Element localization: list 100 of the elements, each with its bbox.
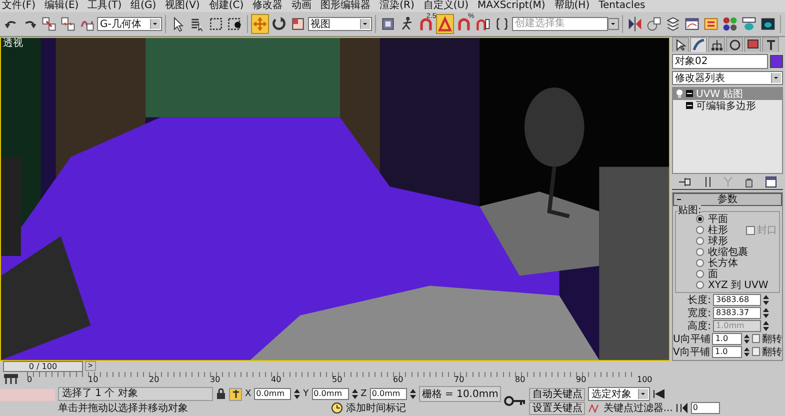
- go-to-start-icon[interactable]: [653, 389, 666, 400]
- radio-button[interactable]: [696, 270, 704, 278]
- menu-item[interactable]: 创建(C): [208, 0, 244, 12]
- pivot-icon: [380, 16, 396, 32]
- viewport[interactable]: 透视: [0, 36, 670, 361]
- spinner-icon[interactable]: [763, 294, 769, 305]
- pipe-icon[interactable]: [704, 176, 712, 188]
- modifier-list-dropdown[interactable]: 修改器列表: [672, 70, 783, 85]
- rollout-header[interactable]: 参数: [673, 192, 782, 206]
- flip-checkbox[interactable]: [752, 347, 760, 356]
- radio-label[interactable]: 面: [708, 268, 718, 280]
- checkbox-label[interactable]: 翻转: [762, 332, 782, 346]
- frame-number: 40: [271, 375, 282, 386]
- time-slider-track[interactable]: 0 / 100 >: [3, 360, 663, 372]
- absolute-mode-button[interactable]: [229, 388, 242, 401]
- radio-label[interactable]: XYZ 到 UVW: [708, 280, 768, 291]
- radio-label[interactable]: 柱形: [708, 224, 728, 236]
- selection-filter-dropdown[interactable]: G-几何体: [97, 16, 162, 31]
- number-field[interactable]: 3683.68: [713, 294, 761, 306]
- time-slider-thumb[interactable]: 0 / 100: [3, 360, 83, 372]
- key-filters-button[interactable]: 关键点过滤器...: [603, 401, 673, 416]
- coordinate-field[interactable]: 0.0mm: [370, 388, 407, 400]
- menu-item[interactable]: 视图(V): [165, 0, 200, 12]
- expand-icon[interactable]: [686, 102, 693, 110]
- radio-button[interactable]: [696, 248, 704, 256]
- menu-item[interactable]: 工具(T): [88, 0, 122, 12]
- braces-icon: [494, 16, 510, 32]
- lock-icon[interactable]: [216, 388, 226, 400]
- circle-tab[interactable]: [726, 36, 743, 52]
- object-name-field[interactable]: 对象02: [672, 54, 768, 69]
- expand-icon[interactable]: [686, 90, 693, 98]
- spinner-icon[interactable]: [763, 320, 769, 331]
- frame-number: 20: [149, 375, 160, 386]
- number-field[interactable]: 8383.37: [713, 306, 761, 319]
- menu-item[interactable]: 编辑(E): [44, 0, 79, 12]
- radio-label[interactable]: 平面: [708, 214, 728, 225]
- configure-icon[interactable]: [765, 176, 778, 188]
- checkbox-label[interactable]: 翻转: [762, 344, 782, 359]
- menu-item[interactable]: 修改器: [252, 0, 283, 12]
- curve-icon: [692, 38, 704, 51]
- prompt-text: 单击并拖动以选择并移动对象: [58, 402, 189, 416]
- radio-label[interactable]: 球形: [708, 236, 728, 247]
- frame-number: 90: [576, 375, 586, 386]
- menu-item[interactable]: 动画: [292, 0, 312, 12]
- coordinate-field[interactable]: 0.0mm: [312, 388, 349, 400]
- script-listener-field[interactable]: [0, 388, 55, 401]
- radio-label[interactable]: 收缩包裹: [708, 246, 748, 258]
- spinner-icon[interactable]: [410, 389, 416, 400]
- viewport-label[interactable]: 透视: [3, 38, 23, 49]
- hierarchy-tab[interactable]: [708, 36, 725, 52]
- flip-checkbox[interactable]: [752, 334, 760, 344]
- menu-item[interactable]: Tentacles: [598, 0, 646, 12]
- radio-button-selected[interactable]: [696, 215, 704, 224]
- dashed-square-icon: [208, 16, 224, 32]
- transform-mode-icon: [230, 389, 240, 400]
- curve-window-icon: [684, 16, 700, 32]
- tiling-label: V向平铺: [673, 346, 710, 359]
- radio-button[interactable]: [696, 259, 704, 268]
- set-key-button[interactable]: 设置关键点: [529, 402, 586, 415]
- frame-number: 100: [637, 375, 652, 386]
- link-icon: [41, 16, 57, 32]
- spinner-icon[interactable]: [294, 389, 300, 400]
- dotted-square-icon: [226, 16, 243, 32]
- modifier-stack-item[interactable]: 可编辑多边形: [673, 100, 782, 112]
- object-color-swatch[interactable]: [770, 54, 783, 68]
- angle-magnet-button[interactable]: [436, 14, 454, 34]
- circle-icon: [728, 38, 740, 51]
- track-bar-icon[interactable]: [3, 373, 19, 386]
- menu-item[interactable]: MAXScript(M): [478, 0, 546, 12]
- previous-key-icon[interactable]: [676, 403, 688, 414]
- cursor-arrow-tab[interactable]: [672, 36, 689, 52]
- pin-icon[interactable]: [678, 176, 692, 188]
- trash-icon[interactable]: [745, 176, 754, 188]
- spinner-icon[interactable]: [763, 308, 769, 318]
- menu-item[interactable]: 组(G): [130, 0, 156, 12]
- menu-item[interactable]: 图形编辑器: [320, 0, 371, 12]
- coordinate-field[interactable]: 0.0mm: [254, 388, 292, 400]
- key-icon[interactable]: [504, 394, 526, 408]
- number-field[interactable]: 1.0: [712, 332, 742, 345]
- add-time-tag-button[interactable]: 添加时间标记: [346, 401, 406, 416]
- key-mode-dropdown[interactable]: 选定对象: [588, 387, 650, 402]
- current-frame-field[interactable]: 0: [690, 402, 720, 414]
- menu-item[interactable]: 帮助(H): [554, 0, 590, 12]
- spinner-icon[interactable]: [352, 389, 358, 400]
- key-filter-icon[interactable]: [588, 403, 600, 414]
- radio-label[interactable]: 长方体: [708, 258, 738, 269]
- number-field[interactable]: 1.0: [712, 346, 742, 358]
- hierarchy-icon: [710, 38, 722, 51]
- named-selection-field[interactable]: 创建选择集: [512, 16, 608, 31]
- monitor-tab[interactable]: [744, 36, 761, 52]
- radio-button[interactable]: [696, 226, 704, 234]
- move-icon: [252, 16, 268, 32]
- frame-number: 70: [454, 375, 464, 386]
- curve-tab[interactable]: [690, 36, 707, 52]
- radio-button[interactable]: [696, 237, 704, 246]
- radio-button[interactable]: [696, 281, 704, 290]
- next-frame-button[interactable]: >: [85, 360, 96, 371]
- coordinate-system-dropdown[interactable]: 视图: [308, 16, 372, 31]
- auto-key-button[interactable]: 自动关键点: [529, 388, 586, 401]
- clock-icon[interactable]: [331, 402, 343, 414]
